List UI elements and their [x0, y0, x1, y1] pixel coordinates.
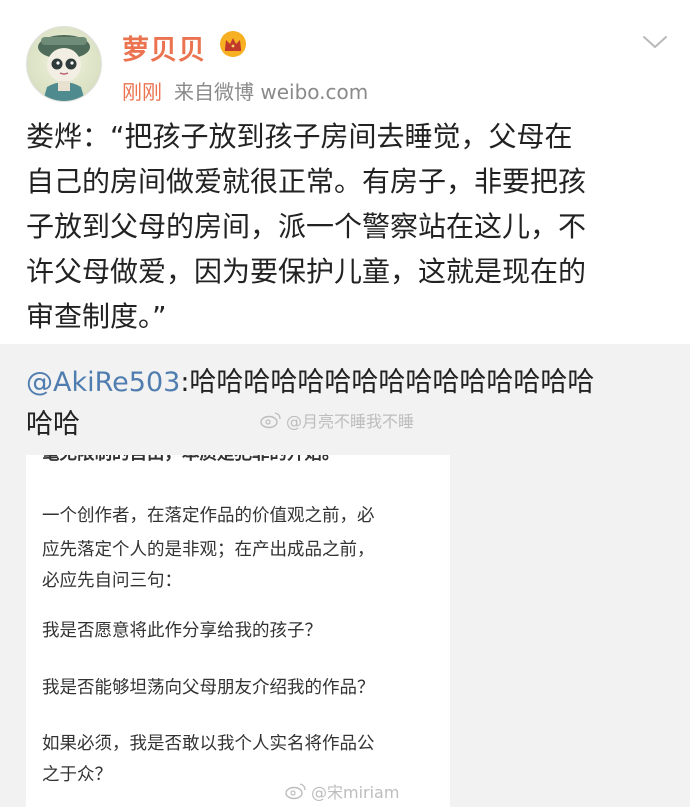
weibo-logo-icon — [260, 412, 281, 429]
doc-line: 我是否能够坦荡向父母朋友介绍我的作品？ — [42, 678, 375, 698]
embedded-document-image[interactable]: 毫无限制的自由，本质是犯罪的开始。 一个创作者，在落定作品的价值观之前，必 应先… — [26, 455, 450, 807]
doc-line: 必应先自问三句： — [42, 571, 182, 591]
avatar-image — [38, 35, 90, 101]
doc-line: 一个创作者，在落定作品的价值观之前，必 — [42, 506, 375, 526]
mention-link[interactable]: @AkiRe503 — [26, 367, 180, 398]
post-line: 自己的房间做爱就很正常。有房子，非要把孩 — [26, 165, 587, 198]
repost-card[interactable]: @AkiRe503:哈哈哈哈哈哈哈哈哈哈哈哈哈哈哈 哈哈 @月亮不睡我不睡 毫无… — [0, 344, 690, 807]
post-line: 审查制度。” — [26, 300, 167, 333]
chevron-down-icon[interactable] — [642, 34, 668, 50]
post-line: 许父母做爱，因为要保护儿童，这就是现在的 — [26, 255, 587, 288]
watermark-text: @宋miriam — [311, 783, 400, 802]
crown-icon — [220, 31, 246, 57]
post-line: 子放到父母的房间，派一个警察站在这儿，不 — [26, 210, 587, 243]
post-meta: 刚刚 来自微博 weibo.com — [122, 76, 368, 105]
watermark: @月亮不睡我不睡 — [260, 408, 414, 432]
username[interactable]: 萝贝贝 — [122, 28, 206, 67]
doc-line: 毫无限制的自由，本质是犯罪的开始。 — [42, 455, 340, 468]
repost-line: :哈哈哈哈哈哈哈哈哈哈哈哈哈哈哈 — [180, 367, 595, 398]
post-time: 刚刚 — [122, 80, 162, 104]
post-line: 娄烨：“把孩子放到孩子房间去睡觉，父母在 — [26, 120, 573, 153]
watermark: @宋miriam — [285, 779, 399, 803]
doc-line: 应先落定个人的是非观；在产出成品之前， — [42, 540, 375, 560]
doc-line: 之于众？ — [42, 765, 112, 785]
doc-line: 我是否愿意将此作分享给我的孩子？ — [42, 621, 322, 641]
weibo-logo-icon — [285, 783, 306, 800]
repost-text: @AkiRe503:哈哈哈哈哈哈哈哈哈哈哈哈哈哈哈 哈哈 — [26, 362, 666, 446]
post-source: 来自微博 weibo.com — [174, 80, 369, 104]
watermark-text: @月亮不睡我不睡 — [286, 412, 415, 431]
weibo-post-screen: 萝贝贝 刚刚 来自微博 weibo.com 娄烨：“把孩子放到孩子房间去睡觉，父母… — [0, 0, 690, 807]
doc-line: 如果必须，我是否敢以我个人实名将作品公 — [42, 734, 375, 754]
post-body: 娄烨：“把孩子放到孩子房间去睡觉，父母在 自己的房间做爱就很正常。有房子，非要把… — [26, 114, 671, 339]
avatar[interactable] — [26, 26, 102, 102]
